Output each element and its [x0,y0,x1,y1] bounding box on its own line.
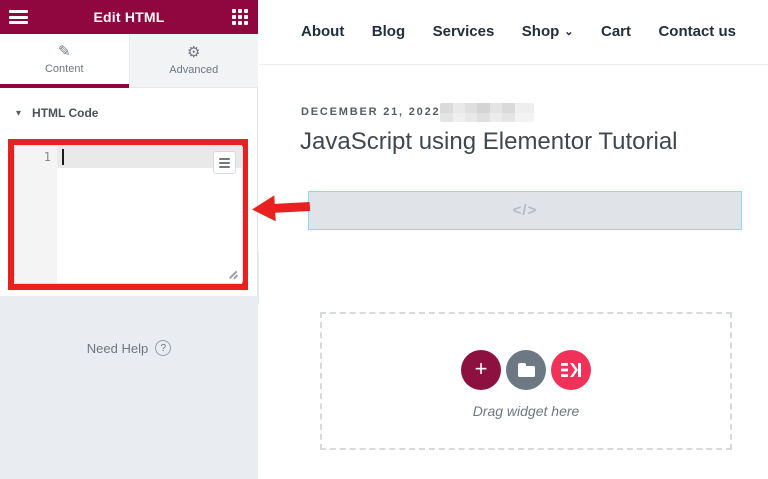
drop-area-buttons: + [461,349,591,390]
html-code-section-toggle[interactable]: ▾ HTML Code [16,106,98,120]
site-navigation: About Blog Services Shop ⌄ Cart Contact … [301,23,736,40]
editor-line-number: 1 [43,150,51,164]
tab-content[interactable]: ✎ Content [0,34,129,88]
panel-header: Edit HTML [0,0,258,34]
nav-item-shop[interactable]: Shop ⌄ [522,23,574,40]
drag-widget-here-label: Drag widget here [472,402,580,419]
pencil-icon: ✎ [57,42,71,60]
nav-item-contact[interactable]: Contact us [658,23,736,40]
tab-advanced[interactable]: ⚙ Advanced [128,34,258,88]
hamburger-menu-icon[interactable] [9,10,28,24]
need-help-label: Need Help [86,340,149,356]
selected-html-widget[interactable]: </> [308,191,742,230]
code-icon: </> [512,202,538,219]
editor-settings-button[interactable] [213,151,236,174]
question-mark-icon: ? [155,340,172,356]
tab-content-label: Content [44,62,84,75]
widgets-grid-icon[interactable] [232,9,248,25]
chevron-down-icon: ⌄ [564,26,574,38]
panel-tabs: ✎ Content ⚙ Advanced [0,34,258,88]
header-divider [259,64,768,65]
post-date: DECEMBER 21, 2022 [301,106,441,118]
elementor-kit-icon [560,362,581,377]
elementor-panel: Edit HTML ✎ Content ⚙ Advanced ▾ HTML Co… [0,0,258,479]
add-section-button[interactable]: + [461,349,501,390]
kit-library-button[interactable] [551,349,591,390]
redacted-author-name [440,103,534,122]
editor-text-cursor [62,149,64,165]
html-code-editor[interactable]: 1 [14,145,243,284]
panel-title: Edit HTML [93,9,165,25]
elementor-editor: Edit HTML ✎ Content ⚙ Advanced ▾ HTML Co… [0,0,768,479]
nav-item-cart[interactable]: Cart [601,23,631,40]
template-library-button[interactable] [506,349,546,390]
section-title: HTML Code [32,106,99,120]
tab-advanced-label: Advanced [169,64,219,76]
caret-down-icon: ▾ [16,107,22,119]
nav-item-blog[interactable]: Blog [372,23,405,40]
panel-lower-background [0,296,258,479]
plus-icon: + [474,355,488,381]
nav-item-about[interactable]: About [301,23,344,40]
need-help-link[interactable]: Need Help ? [0,340,258,356]
nav-item-services[interactable]: Services [433,23,495,40]
post-title: JavaScript using Elementor Tutorial [300,128,678,155]
editor-resize-handle[interactable] [227,268,239,280]
annotation-arrow-icon [252,195,311,222]
editor-gutter [15,146,57,283]
site-preview: About Blog Services Shop ⌄ Cart Contact … [252,0,768,479]
gear-icon: ⚙ [187,44,201,61]
drag-widget-drop-area[interactable]: + Drag widget here [320,312,732,450]
folder-icon [517,362,535,377]
